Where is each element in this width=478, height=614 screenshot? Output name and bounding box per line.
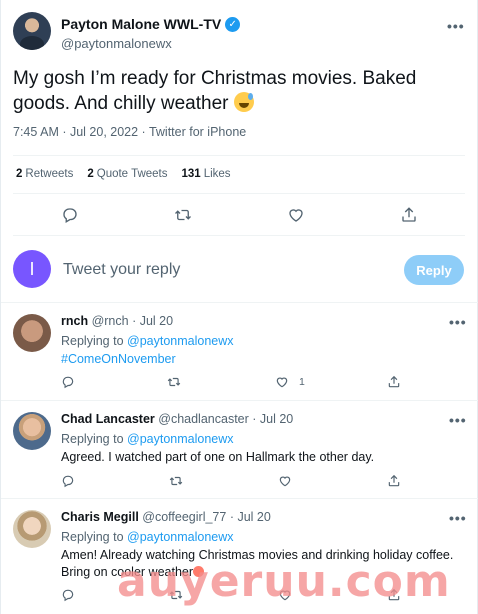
reply-time[interactable]: · Jul 20 <box>132 314 173 328</box>
sweat-smile-emoji-icon <box>233 92 254 112</box>
reply-author-name[interactable]: rnch <box>61 314 88 328</box>
avatar[interactable] <box>13 510 51 548</box>
more-icon[interactable]: ••• <box>447 18 465 34</box>
more-icon[interactable]: ••• <box>449 412 467 428</box>
reply-text: Agreed. I watched part of one on Hallmar… <box>61 450 375 464</box>
hashtag-link[interactable]: #ComeOnNovember <box>61 352 176 366</box>
retweets-count: 2 <box>16 168 23 180</box>
more-icon[interactable]: ••• <box>449 314 467 330</box>
reply-icon[interactable] <box>61 206 79 224</box>
likes-label: Likes <box>203 168 231 180</box>
author-display-name[interactable]: Payton Malone WWL-TV <box>61 16 221 32</box>
reply-time[interactable]: · Jul 20 <box>252 412 293 426</box>
name-row: Payton Malone WWL-TV ✓ <box>61 16 241 32</box>
verified-badge-icon: ✓ <box>225 16 241 32</box>
tweet-stats: 2 Retweets 2 Quote Tweets 131 Likes <box>16 168 231 180</box>
likes-stat[interactable]: 131 Likes <box>182 168 231 180</box>
retweets-label: Retweets <box>25 168 74 180</box>
reply-tweet[interactable]: Chad Lancaster @chadlancaster · Jul 20 •… <box>1 400 478 498</box>
reply-header: rnch @rnch · Jul 20 <box>61 314 173 328</box>
reply-author-name[interactable]: Chad Lancaster <box>61 412 155 426</box>
quote-tweets-count: 2 <box>87 168 94 180</box>
reply-icon[interactable] <box>61 374 75 390</box>
replying-to-link[interactable]: @paytonmalonewx <box>127 432 234 446</box>
reply-header: Charis Megill @coffeegirl_77 · Jul 20 <box>61 510 271 524</box>
reply-author-name[interactable]: Charis Megill <box>61 510 139 524</box>
composer-avatar[interactable]: I <box>13 250 51 288</box>
reply-composer: I Reply <box>1 244 478 300</box>
avatar[interactable] <box>13 12 51 50</box>
reply-tweet[interactable]: rnch @rnch · Jul 20 ••• Replying to @pay… <box>1 302 478 400</box>
reply-button[interactable]: Reply <box>404 255 464 285</box>
replying-to-link[interactable]: @paytonmalonewx <box>127 530 234 544</box>
quote-tweets-stat[interactable]: 2 Quote Tweets <box>87 168 167 180</box>
share-icon[interactable] <box>400 206 418 224</box>
retweet-icon[interactable] <box>167 374 181 390</box>
quote-tweets-label: Quote Tweets <box>96 168 168 180</box>
avatar[interactable] <box>13 314 51 352</box>
retweet-icon[interactable] <box>169 473 183 489</box>
like-icon <box>276 377 288 388</box>
reply-author-handle[interactable]: @rnch <box>92 314 129 328</box>
tweet-text-content: My gosh I’m ready for Christmas movies. … <box>13 68 417 114</box>
tweet-meta[interactable]: 7:45 AM · Jul 20, 2022 · Twitter for iPh… <box>13 125 246 139</box>
replying-to: Replying to @paytonmalonewx <box>61 432 234 446</box>
watermark: auyeruu.com <box>117 556 451 607</box>
more-icon[interactable]: ••• <box>449 510 467 526</box>
main-tweet-header: Payton Malone WWL-TV ✓ @paytonmalonewx <box>13 12 467 56</box>
like-button[interactable]: 1 <box>275 374 305 390</box>
share-icon[interactable] <box>387 473 401 489</box>
reply-author-handle[interactable]: @coffeegirl_77 <box>142 510 226 524</box>
tweet-actions <box>1 203 478 227</box>
replying-to-prefix: Replying to <box>61 334 124 348</box>
likes-count: 131 <box>181 168 201 180</box>
replying-to: Replying to @paytonmalonewx <box>61 334 234 348</box>
like-count: 1 <box>299 376 305 388</box>
replying-to-link[interactable]: @paytonmalonewx <box>127 334 234 348</box>
share-icon[interactable] <box>387 374 401 390</box>
reply-time[interactable]: · Jul 20 <box>230 510 271 524</box>
author-handle[interactable]: @paytonmalonewx <box>61 36 172 51</box>
replying-to-prefix: Replying to <box>61 432 124 446</box>
reply-text: #ComeOnNovember <box>61 351 461 368</box>
tweet-thread: Payton Malone WWL-TV ✓ @paytonmalonewx •… <box>0 0 478 614</box>
avatar[interactable] <box>13 412 51 450</box>
divider <box>13 235 465 236</box>
reply-actions <box>61 473 461 489</box>
tweet-text: My gosh I’m ready for Christmas movies. … <box>13 66 469 116</box>
reply-author-handle[interactable]: @chadlancaster <box>158 412 249 426</box>
divider <box>13 155 465 156</box>
reply-icon[interactable] <box>61 587 75 603</box>
retweets-stat[interactable]: 2 Retweets <box>16 168 73 180</box>
like-icon[interactable] <box>287 206 305 224</box>
divider <box>13 193 465 194</box>
reply-actions: 1 <box>61 374 461 390</box>
replying-to: Replying to @paytonmalonewx <box>61 530 234 544</box>
reply-input[interactable] <box>63 258 383 282</box>
reply-icon[interactable] <box>61 473 75 489</box>
reply-header: Chad Lancaster @chadlancaster · Jul 20 <box>61 412 293 426</box>
like-icon[interactable] <box>278 473 292 489</box>
retweet-icon[interactable] <box>174 206 192 224</box>
replying-to-prefix: Replying to <box>61 530 124 544</box>
